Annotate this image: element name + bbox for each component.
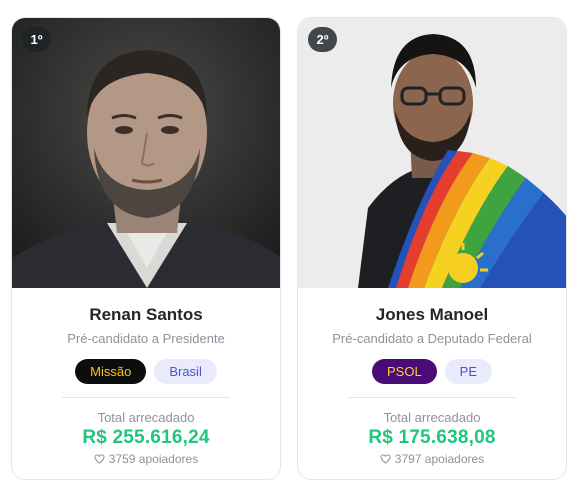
rank-badge: 2º bbox=[308, 27, 337, 52]
supporters-count: 3797 apoiadores bbox=[298, 452, 566, 466]
raised-label: Total arrecadado bbox=[383, 410, 481, 425]
divider bbox=[348, 397, 516, 398]
party-badge[interactable]: PSOL bbox=[371, 359, 437, 384]
rank-badge: 1º bbox=[22, 27, 51, 52]
candidate-role: Pré-candidato a Presidente bbox=[67, 331, 225, 346]
heart-icon bbox=[380, 454, 391, 464]
candidate-photo: 2º bbox=[298, 18, 566, 288]
candidate-tags: Missão Brasil bbox=[12, 359, 280, 384]
region-badge[interactable]: Brasil bbox=[154, 359, 217, 384]
candidate-role: Pré-candidato a Deputado Federal bbox=[332, 331, 532, 346]
party-badge[interactable]: Missão bbox=[75, 359, 147, 384]
supporters-count: 3759 apoiadores bbox=[12, 452, 280, 466]
raised-amount: R$ 175.638,08 bbox=[368, 427, 496, 448]
raised-amount: R$ 255.616,24 bbox=[82, 427, 210, 448]
candidate-card[interactable]: 2º Jones Manoel Pré-candidato a Deputado… bbox=[297, 17, 567, 480]
region-badge[interactable]: PE bbox=[444, 359, 493, 384]
heart-icon bbox=[94, 454, 105, 464]
candidate-name: Renan Santos bbox=[89, 305, 203, 324]
candidate-tags: PSOL PE bbox=[298, 359, 566, 384]
candidate-photo: 1º bbox=[12, 18, 280, 288]
candidate-card[interactable]: 1º Renan Santos Pré-candidato a Presiden… bbox=[11, 17, 281, 480]
candidate-name: Jones Manoel bbox=[375, 305, 489, 324]
raised-label: Total arrecadado bbox=[97, 410, 195, 425]
candidate-grid: 1º Renan Santos Pré-candidato a Presiden… bbox=[0, 0, 579, 481]
divider bbox=[62, 397, 230, 398]
supporters-text: 3759 apoiadores bbox=[108, 452, 199, 466]
supporters-text: 3797 apoiadores bbox=[394, 452, 485, 466]
